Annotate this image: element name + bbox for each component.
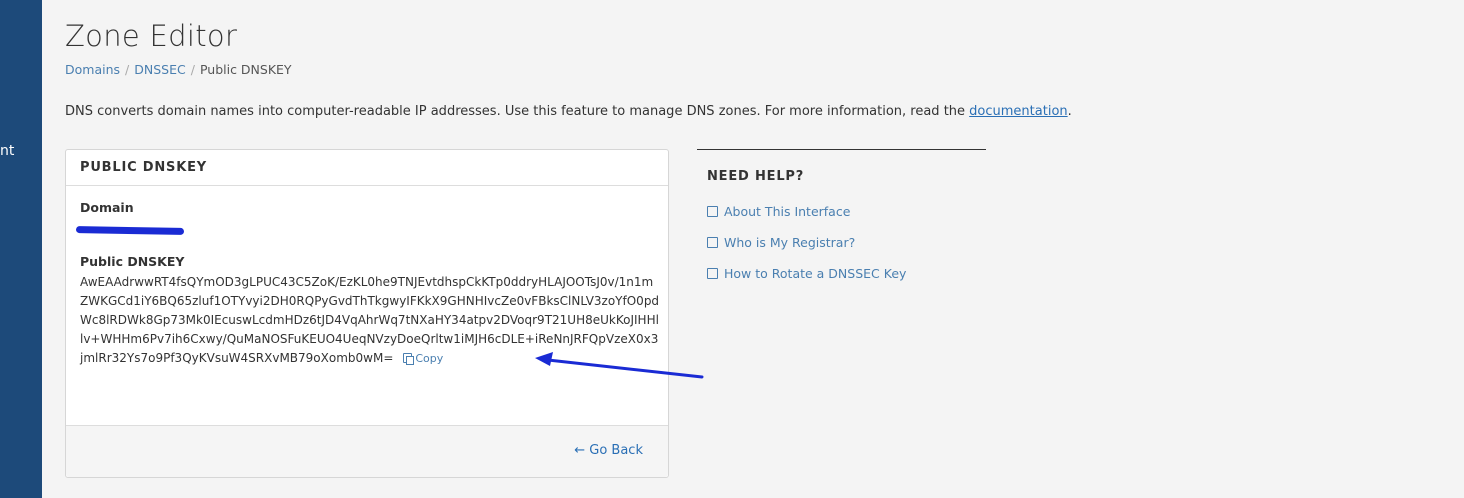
public-dnskey-panel: PUBLIC DNSKEY Domain Public DNSKEY AwEAA… xyxy=(65,149,669,478)
help-title: NEED HELP? xyxy=(707,169,805,184)
help-section: NEED HELP? About This Interface Who is M… xyxy=(697,149,986,289)
help-links: About This Interface Who is My Registrar… xyxy=(697,196,986,289)
description-text: DNS converts domain names into computer-… xyxy=(65,104,970,119)
arrow-left-icon: ← xyxy=(574,443,586,458)
panel-body: Domain Public DNSKEY AwEAAdrwwRT4fsQYmOD… xyxy=(66,186,668,426)
external-link-icon xyxy=(707,237,718,248)
breadcrumb-domains[interactable]: Domains xyxy=(65,62,120,77)
external-link-icon xyxy=(707,206,718,217)
copy-icon xyxy=(403,353,415,365)
breadcrumb: Domains / DNSSEC / Public DNSKEY xyxy=(65,62,292,77)
panel-footer: ← Go Back xyxy=(66,425,668,477)
page-title: Zone Editor xyxy=(65,19,238,53)
breadcrumb-separator: / xyxy=(125,62,130,77)
go-back-button[interactable]: ← Go Back xyxy=(574,443,643,458)
domain-value xyxy=(75,219,190,239)
dnskey-label: Public DNSKEY xyxy=(80,254,185,269)
copy-button[interactable]: Copy xyxy=(403,352,443,365)
breadcrumb-separator: / xyxy=(190,62,195,77)
sidebar: nt xyxy=(0,0,42,498)
breadcrumb-current: Public DNSKEY xyxy=(199,62,292,77)
main-content: Zone Editor Domains / DNSSEC / Public DNSKEY… xyxy=(65,0,1445,498)
help-link-label: Who is My Registrar? xyxy=(724,235,856,250)
help-link-registrar[interactable]: Who is My Registrar? xyxy=(707,227,986,258)
help-link-rotate-dnssec-key[interactable]: How to Rotate a DNSSEC Key xyxy=(707,258,986,289)
help-link-label: How to Rotate a DNSSEC Key xyxy=(724,266,907,281)
sidebar-text-fragment[interactable]: nt xyxy=(0,143,42,159)
breadcrumb-dnssec[interactable]: DNSSEC xyxy=(134,62,185,77)
dnskey-text: AwEAAdrwwRT4fsQYmOD3gLPUC43C5ZoK/EzKL0he… xyxy=(80,275,660,365)
external-link-icon xyxy=(707,268,718,279)
dnskey-value: AwEAAdrwwRT4fsQYmOD3gLPUC43C5ZoK/EzKL0he… xyxy=(80,273,660,368)
redaction-scribble xyxy=(75,226,185,235)
copy-label: Copy xyxy=(415,352,444,365)
description-end: . xyxy=(1067,104,1072,119)
domain-label: Domain xyxy=(80,200,134,215)
help-link-about-interface[interactable]: About This Interface xyxy=(707,196,986,227)
page-description: DNS converts domain names into computer-… xyxy=(65,104,1072,119)
panel-heading: PUBLIC DNSKEY xyxy=(66,150,668,186)
documentation-link[interactable]: documentation xyxy=(969,104,1067,119)
help-link-label: About This Interface xyxy=(724,204,851,219)
go-back-label: Go Back xyxy=(589,443,643,458)
